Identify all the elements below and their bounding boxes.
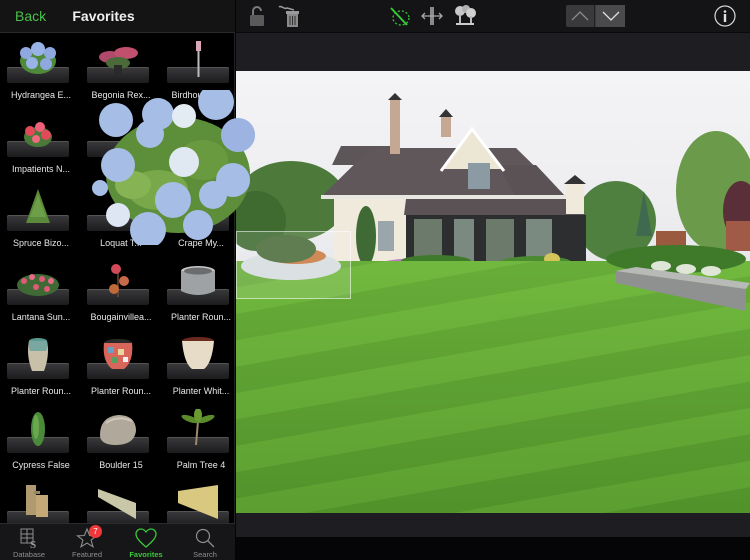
featured-badge: 7 bbox=[89, 525, 102, 538]
planter-mosaic-icon bbox=[96, 333, 140, 373]
favorite-item-label: Bougainvillea... bbox=[90, 312, 152, 322]
favorite-item[interactable]: Spruce Bizo... bbox=[2, 183, 80, 257]
impatiens-icon bbox=[16, 111, 60, 151]
svg-text:S: S bbox=[30, 539, 36, 549]
trash-icon bbox=[278, 5, 299, 27]
favorite-item[interactable]: Planter Roun... bbox=[162, 257, 235, 331]
info-icon bbox=[714, 5, 736, 27]
info-button[interactable] bbox=[714, 5, 736, 27]
layer-up-button[interactable] bbox=[566, 5, 595, 27]
layer-down-button[interactable] bbox=[596, 5, 625, 27]
bougainvillea-icon bbox=[96, 259, 140, 299]
favorite-item-label: Planter Roun... bbox=[10, 386, 72, 396]
tab-featured[interactable]: 7 Featured bbox=[58, 524, 116, 560]
design-toolbar bbox=[236, 0, 750, 33]
stone-retaining-wall bbox=[606, 245, 750, 311]
favorite-item[interactable]: Boulder 15 bbox=[82, 405, 160, 479]
planter-vase-icon bbox=[16, 333, 60, 373]
delete-button[interactable] bbox=[276, 4, 302, 28]
move-tool-icon bbox=[421, 7, 443, 25]
favorite-item[interactable]: Lantana Sun... bbox=[2, 257, 80, 331]
design-canvas[interactable] bbox=[236, 71, 750, 513]
fence-panel-icon bbox=[176, 481, 220, 521]
mask-tool-icon bbox=[390, 7, 410, 26]
planter-stone-icon bbox=[176, 259, 220, 299]
favorite-item[interactable]: Impatients N... bbox=[2, 109, 80, 183]
favorite-item-label: Hydrangea E... bbox=[10, 90, 72, 100]
palm-tree-icon bbox=[176, 407, 220, 447]
favorite-item[interactable]: Planter Roun... bbox=[82, 331, 160, 405]
heart-icon bbox=[117, 527, 175, 549]
spruce-icon bbox=[16, 185, 60, 225]
boulder-icon bbox=[96, 407, 140, 447]
lantana-icon bbox=[16, 259, 60, 299]
favorite-item-label: Palm Tree 4 bbox=[176, 460, 226, 470]
mask-tool-button[interactable] bbox=[388, 4, 412, 28]
layer-order-control bbox=[566, 5, 625, 27]
favorite-item[interactable]: Palm Tree 4 bbox=[162, 405, 235, 479]
favorite-item[interactable] bbox=[82, 479, 160, 523]
search-icon bbox=[176, 527, 234, 549]
favorite-item[interactable]: Planter Roun... bbox=[2, 331, 80, 405]
cypress-icon bbox=[16, 407, 60, 447]
tab-label: Favorites bbox=[129, 550, 163, 559]
dragged-hydrangea-overlay[interactable] bbox=[88, 90, 263, 245]
favorite-item[interactable]: Cypress False bbox=[2, 405, 80, 479]
favorite-item[interactable]: Hydrangea E... bbox=[2, 35, 80, 109]
hydrangea-icon bbox=[16, 37, 60, 77]
app: Back Favorites Hydrangea E... Begonia Rex… bbox=[0, 0, 750, 560]
sidebar-title: Favorites bbox=[72, 8, 135, 24]
sidebar-header: Back Favorites bbox=[0, 0, 235, 33]
unlock-button[interactable] bbox=[248, 4, 268, 28]
trees-tool-button[interactable] bbox=[452, 4, 478, 28]
favorite-item-label: Lantana Sun... bbox=[11, 312, 71, 322]
favorite-item-label: Boulder 15 bbox=[99, 460, 143, 470]
canvas-margin-top bbox=[236, 33, 750, 71]
birdhouse-icon bbox=[176, 37, 220, 77]
planter-white-icon bbox=[176, 333, 220, 373]
canvas-margin-bottom bbox=[236, 513, 750, 537]
favorite-item-label: Planter Roun... bbox=[170, 312, 232, 322]
star-icon bbox=[58, 527, 116, 549]
hydrangea-icon bbox=[92, 90, 255, 245]
favorite-item-label: Impatients N... bbox=[11, 164, 71, 174]
tab-favorites[interactable]: Favorites bbox=[117, 524, 175, 560]
tab-bar: S Database 7 Featured Favorites Search bbox=[0, 523, 235, 560]
tab-label: Database bbox=[12, 550, 46, 559]
begonia-icon bbox=[96, 37, 140, 77]
favorite-item-label: Spruce Bizo... bbox=[12, 238, 70, 248]
favorite-item[interactable] bbox=[162, 479, 235, 523]
fence-picket-icon bbox=[96, 481, 140, 521]
favorite-item[interactable]: Bougainvillea... bbox=[82, 257, 160, 331]
favorites-sidebar: Back Favorites Hydrangea E... Begonia Rex… bbox=[0, 0, 235, 560]
chevron-up-icon bbox=[571, 11, 589, 21]
favorite-item[interactable] bbox=[2, 479, 80, 523]
tab-label: Featured bbox=[71, 550, 103, 559]
favorite-item[interactable]: Planter Whit... bbox=[162, 331, 235, 405]
move-tool-button[interactable] bbox=[420, 4, 444, 28]
tab-label: Search bbox=[193, 550, 217, 559]
tab-search[interactable]: Search bbox=[176, 524, 234, 560]
canvas-footer bbox=[236, 537, 750, 560]
chevron-down-icon bbox=[602, 11, 619, 21]
fountain-icon bbox=[16, 481, 60, 521]
favorite-item-label: Planter Roun... bbox=[90, 386, 152, 396]
database-icon: S bbox=[0, 527, 58, 549]
unlock-icon bbox=[250, 6, 264, 26]
tab-database[interactable]: S Database bbox=[0, 524, 58, 560]
trees-tool-icon bbox=[455, 5, 476, 25]
favorite-item-label: Planter Whit... bbox=[172, 386, 230, 396]
favorite-item-label: Cypress False bbox=[12, 460, 70, 470]
